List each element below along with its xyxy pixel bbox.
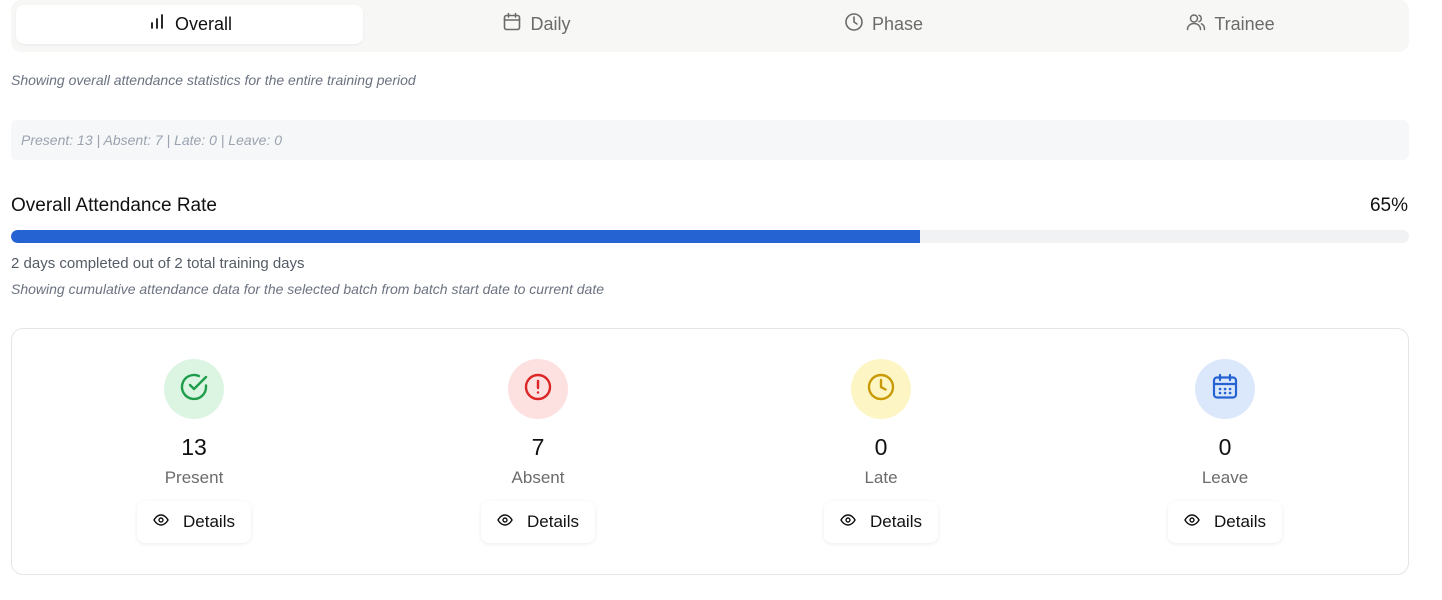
stat-absent: 7 Absent Details [438, 359, 638, 543]
stat-icon-circle [851, 359, 911, 419]
tab-label: Phase [871, 14, 924, 34]
users-icon [1186, 12, 1206, 37]
stat-count: 0 [1218, 434, 1232, 460]
stat-label: Leave [1201, 468, 1249, 487]
stat-count: 13 [181, 434, 207, 460]
eye-icon [153, 512, 169, 533]
stat-icon-circle [1195, 359, 1255, 419]
stat-icon-circle [164, 359, 224, 419]
stat-present: 13 Present Details [94, 359, 294, 543]
progress-fill [11, 230, 920, 243]
stat-count: 7 [531, 434, 545, 460]
clock-icon [844, 12, 864, 37]
present-details-button[interactable]: Details [137, 501, 251, 543]
attendance-rate-value: 65% [1369, 195, 1408, 216]
tab-phase[interactable]: Phase [710, 5, 1057, 44]
stat-leave: 0 Leave Details [1125, 359, 1325, 543]
overall-caption: Showing overall attendance statistics fo… [11, 72, 416, 88]
details-label: Details [1214, 512, 1266, 531]
attendance-stats-card: 13 Present Details 7 Absent Details 0 La… [11, 328, 1409, 575]
stat-count: 0 [874, 434, 888, 460]
details-label: Details [527, 512, 579, 531]
bar-chart-icon [147, 12, 167, 37]
leave-details-button[interactable]: Details [1168, 501, 1282, 543]
summary-text: Present: 13 | Absent: 7 | Late: 0 | Leav… [21, 132, 283, 148]
clock-icon [865, 371, 897, 408]
attendance-rate-title: Overall Attendance Rate [11, 195, 217, 216]
stat-label: Late [864, 468, 898, 487]
attendance-summary: Present: 13 | Absent: 7 | Late: 0 | Leav… [11, 120, 1409, 160]
tab-overall[interactable]: Overall [16, 5, 363, 44]
tab-trainee[interactable]: Trainee [1057, 5, 1404, 44]
absent-details-button[interactable]: Details [481, 501, 595, 543]
tab-label: Overall [174, 14, 232, 34]
attendance-progress-bar [11, 230, 1409, 243]
stat-label: Present [164, 468, 224, 487]
check-circle-icon [178, 371, 210, 408]
tab-daily[interactable]: Daily [363, 5, 710, 44]
calendar-icon [502, 12, 522, 37]
details-label: Details [870, 512, 922, 531]
details-label: Details [183, 512, 235, 531]
eye-icon [840, 512, 856, 533]
late-details-button[interactable]: Details [824, 501, 938, 543]
alert-circle-icon [522, 371, 554, 408]
tab-label: Trainee [1214, 14, 1275, 34]
eye-icon [497, 512, 513, 533]
days-completed-text: 2 days completed out of 2 total training… [11, 255, 305, 272]
calendar-icon [1209, 371, 1241, 408]
stat-label: Absent [511, 468, 565, 487]
tab-label: Daily [530, 14, 571, 34]
stat-late: 0 Late Details [781, 359, 981, 543]
view-tabs: Overall Daily Phase Trainee [11, 0, 1409, 52]
stat-icon-circle [508, 359, 568, 419]
eye-icon [1184, 512, 1200, 533]
cumulative-caption: Showing cumulative attendance data for t… [11, 281, 605, 297]
